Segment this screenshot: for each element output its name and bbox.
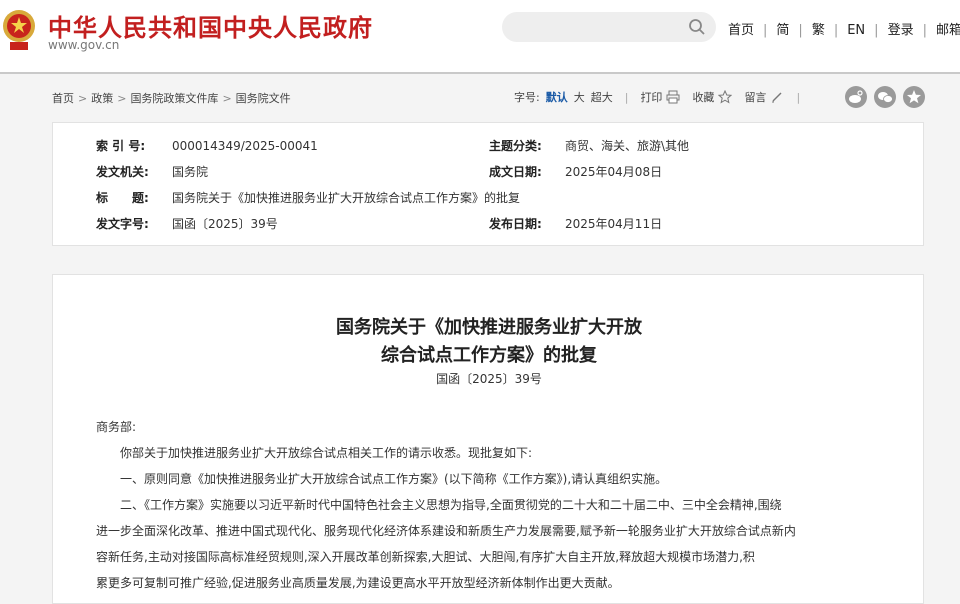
article-paragraph-3-line2: 进一步全面深化改革、推进中国式现代化、服务现代化经济体系建设和新质生产力发展需要… bbox=[96, 524, 796, 538]
nav-login[interactable]: 登录 bbox=[888, 23, 914, 38]
print-button[interactable]: 打印 bbox=[640, 89, 680, 105]
top-nav: 首页 | 简 | 繁 | EN | 登录 | 邮箱 bbox=[728, 23, 960, 38]
star-icon bbox=[718, 90, 733, 104]
meta-doc-number: 发文字号: 国函〔2025〕39号 bbox=[96, 215, 278, 232]
breadcrumb-state-council-docs[interactable]: 国务院文件 bbox=[236, 92, 291, 105]
article-paragraph-1: 你部关于加快推进服务业扩大开放综合试点相关工作的请示收悉。现批复如下: bbox=[120, 446, 533, 460]
meta-doc-number-key: 发文字号: bbox=[96, 217, 149, 231]
favorite-label: 收藏 bbox=[692, 91, 715, 104]
meta-publish-date: 发布日期: 2025年04月11日 bbox=[489, 215, 662, 232]
article-paragraph-3-line4: 累更多可复制可推广经验,促进服务业高质量发展,为建设更高水平开放型经济新体制作出… bbox=[96, 576, 620, 590]
meta-index: 索 引 号: 000014349/2025-00041 bbox=[96, 137, 318, 154]
article-paragraph-2: 一、原则同意《加快推进服务业扩大开放综合试点工作方案》(以下简称《工作方案》),… bbox=[120, 472, 668, 486]
article-title-line2: 综合试点工作方案》的批复 bbox=[381, 345, 597, 366]
comment-button[interactable]: 留言 bbox=[744, 89, 784, 105]
meta-publish-date-key: 发布日期: bbox=[489, 217, 542, 231]
breadcrumb-policy-library[interactable]: 国务院政策文件库 bbox=[130, 92, 218, 105]
meta-index-key: 索 引 号: bbox=[96, 139, 146, 153]
meta-doc-number-value: 国函〔2025〕39号 bbox=[172, 217, 278, 231]
meta-written-date-key: 成文日期: bbox=[489, 165, 542, 179]
article-body: 国务院关于《加快推进服务业扩大开放 综合试点工作方案》的批复 国函〔2025〕3… bbox=[52, 274, 924, 604]
meta-issuer-value: 国务院 bbox=[172, 165, 209, 179]
font-size-default[interactable]: 默认 bbox=[546, 89, 568, 105]
meta-topic-key: 主题分类: bbox=[489, 139, 542, 153]
meta-title-key: 标 题: bbox=[96, 191, 149, 205]
meta-issuer-key: 发文机关: bbox=[96, 165, 149, 179]
article-doc-number: 国函〔2025〕39号 bbox=[436, 372, 542, 386]
article-paragraph-3-line1: 二、《工作方案》实施要以习近平新时代中国特色社会主义思想为指导,全面贯彻党的二十… bbox=[120, 498, 782, 512]
font-size-label: 字号: bbox=[514, 91, 540, 104]
weibo-icon[interactable] bbox=[845, 86, 867, 108]
nav-simplified[interactable]: 简 bbox=[776, 23, 789, 38]
meta-publish-date-value: 2025年04月11日 bbox=[565, 217, 663, 231]
meta-issuer: 发文机关: 国务院 bbox=[96, 163, 208, 180]
favorite-button[interactable]: 收藏 bbox=[692, 89, 733, 105]
meta-topic: 主题分类: 商贸、海关、旅游\其他 bbox=[489, 137, 689, 154]
meta-written-date-value: 2025年04月08日 bbox=[565, 165, 663, 179]
nav-mail[interactable]: 邮箱 bbox=[936, 23, 960, 38]
nav-traditional[interactable]: 繁 bbox=[812, 23, 825, 38]
meta-written-date: 成文日期: 2025年04月08日 bbox=[489, 163, 662, 180]
font-size-xlarge[interactable]: 超大 bbox=[591, 89, 613, 105]
meta-topic-value: 商贸、海关、旅游\其他 bbox=[565, 139, 690, 153]
national-emblem-icon[interactable] bbox=[2, 6, 36, 52]
search-input[interactable] bbox=[502, 12, 716, 42]
print-label: 打印 bbox=[640, 91, 663, 104]
wechat-icon[interactable] bbox=[874, 86, 896, 108]
article-toolbar: 字号: 默认 大 超大 | 打印 收藏 留言 | bbox=[514, 89, 801, 105]
article-title-line1: 国务院关于《加快推进服务业扩大开放 bbox=[336, 317, 642, 338]
favorite-icon[interactable] bbox=[903, 86, 925, 108]
breadcrumb-policy[interactable]: 政策 bbox=[91, 92, 113, 105]
site-header: 中华人民共和国中央人民政府 www.gov.cn 首页 | 简 | 繁 | EN | 登录 | 邮箱 bbox=[0, 0, 960, 74]
meta-title-value: 国务院关于《加快推进服务业扩大开放综合试点工作方案》的批复 bbox=[172, 191, 521, 205]
breadcrumb: 首页 > 政策 > 国务院政策文件库 > 国务院文件 bbox=[52, 92, 291, 105]
nav-english[interactable]: EN bbox=[847, 23, 865, 38]
pencil-icon bbox=[772, 92, 782, 103]
breadcrumb-home[interactable]: 首页 bbox=[52, 92, 74, 105]
search-icon[interactable] bbox=[688, 18, 706, 36]
article-paragraph-3-line3: 容新任务,主动对接国际高标准经贸规则,深入开展改革创新探索,大胆试、大胆闯,有序… bbox=[96, 550, 755, 564]
meta-title: 标 题: 国务院关于《加快推进服务业扩大开放综合试点工作方案》的批复 bbox=[96, 189, 520, 206]
comment-label: 留言 bbox=[744, 91, 767, 104]
meta-index-value: 000014349/2025-00041 bbox=[172, 139, 318, 153]
document-meta-card: 索 引 号: 000014349/2025-00041 主题分类: 商贸、海关、旅游… bbox=[52, 122, 924, 246]
print-icon bbox=[666, 90, 680, 104]
article-salutation: 商务部: bbox=[96, 420, 137, 434]
site-url: www.gov.cn bbox=[48, 38, 120, 52]
font-size-large[interactable]: 大 bbox=[574, 89, 585, 105]
nav-home[interactable]: 首页 bbox=[728, 23, 754, 38]
